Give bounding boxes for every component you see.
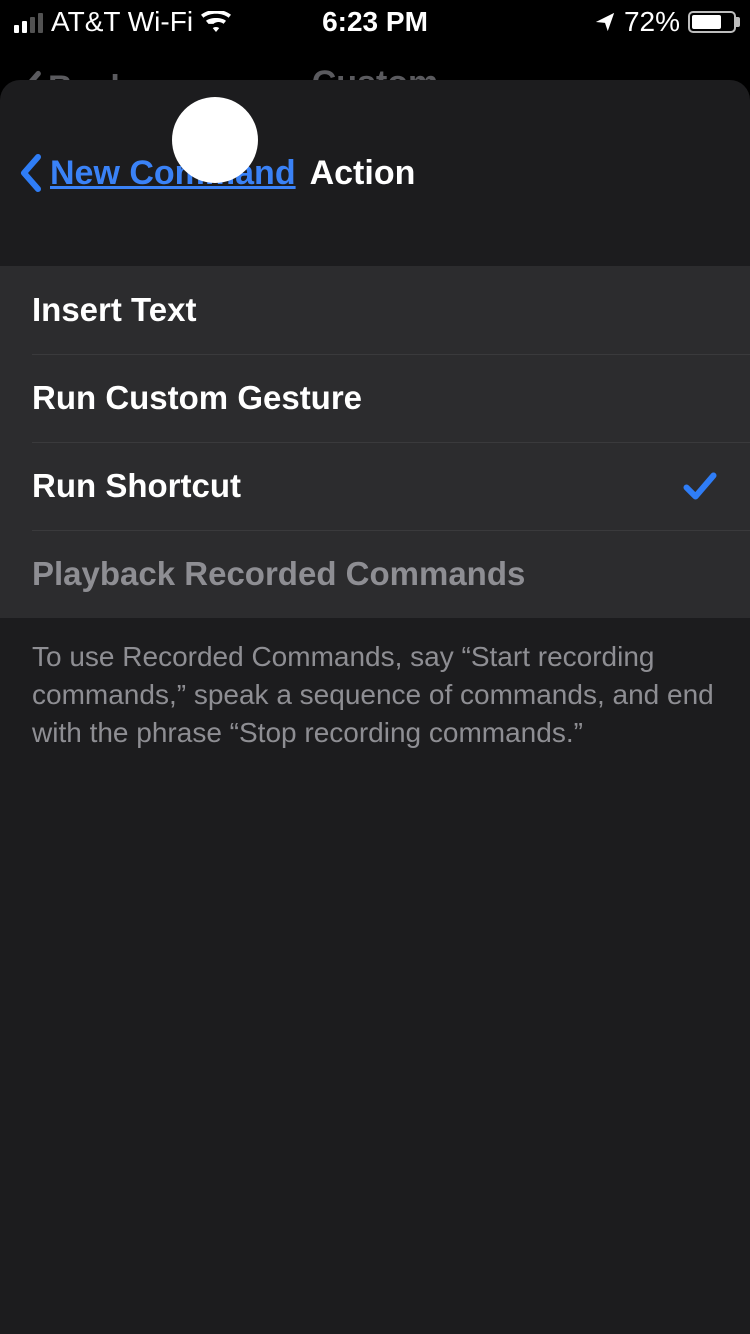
carrier-label: AT&T Wi-Fi [51, 6, 193, 38]
checkmark-icon [682, 470, 718, 502]
assistive-touch-cursor[interactable] [172, 97, 258, 183]
row-label: Playback Recorded Commands [32, 555, 525, 593]
location-icon [594, 11, 616, 33]
action-list: Insert Text Run Custom Gesture Run Short… [0, 266, 750, 618]
action-run-shortcut[interactable]: Run Shortcut [0, 442, 750, 530]
sheet-nav: New Command Action [0, 80, 750, 266]
battery-percent: 72% [624, 6, 680, 38]
action-run-custom-gesture[interactable]: Run Custom Gesture [0, 354, 750, 442]
wifi-icon [201, 11, 231, 33]
action-insert-text[interactable]: Insert Text [0, 266, 750, 354]
back-button-label: New Command [50, 154, 296, 193]
action-sheet: New Command Action Insert Text Run Custo… [0, 80, 750, 1334]
row-label: Run Shortcut [32, 467, 241, 505]
status-time: 6:23 PM [322, 6, 428, 38]
status-right: 72% [594, 6, 736, 38]
footer-hint: To use Recorded Commands, say “Start rec… [0, 618, 750, 771]
back-button[interactable]: New Command [18, 153, 296, 193]
battery-icon [688, 11, 736, 33]
chevron-left-icon [18, 153, 42, 193]
battery-fill [692, 15, 721, 29]
status-left: AT&T Wi-Fi [14, 6, 231, 38]
action-playback-recorded: Playback Recorded Commands [0, 530, 750, 618]
sheet-title: Action [310, 154, 416, 193]
row-label: Run Custom Gesture [32, 379, 362, 417]
status-bar: AT&T Wi-Fi 6:23 PM 72% [0, 0, 750, 44]
cell-signal-icon [14, 11, 43, 33]
row-label: Insert Text [32, 291, 196, 329]
